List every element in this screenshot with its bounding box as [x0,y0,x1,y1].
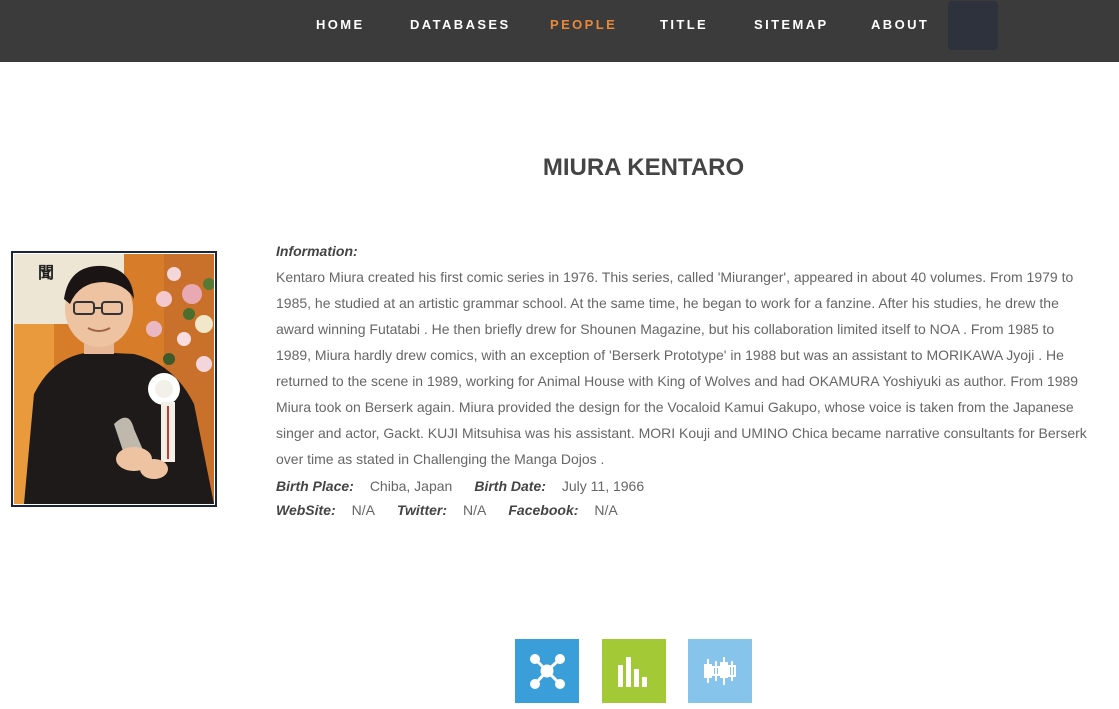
biography-text: Kentaro Miura created his first comic se… [276,269,1087,467]
birth-date-value: July 11, 1966 [561,478,645,494]
nav-item-home[interactable]: HOME [316,17,365,32]
twitter-value: N/A [463,502,487,518]
website-label: WebSite: [276,502,336,518]
information-heading: Information: [276,243,358,259]
profile-photo-frame: 聞 [11,251,217,507]
top-navbar: HOME DATABASES PEOPLE TITLE SITEMAP ABOU… [0,0,1119,62]
nav-item-people[interactable]: PEOPLE [550,17,617,32]
bar-chart-button[interactable] [602,639,666,703]
page-title: MIURA KENTARO [542,154,745,181]
candlestick-chart-button[interactable] [688,639,752,703]
photo-signage-text: 聞 [38,263,54,282]
facebook-label: Facebook: [508,502,579,518]
nav-item-sitemap[interactable]: SITEMAP [754,17,829,32]
nav-menu-toggle-button[interactable] [948,1,998,50]
birth-place-value: Chiba, Japan [369,478,453,494]
social-links-row: WebSite: N/A Twitter: N/A Facebook: N/A [276,498,1088,522]
website-value: N/A [351,502,375,518]
birth-place-label: Birth Place: [276,478,354,494]
nav-item-title[interactable]: TITLE [660,17,708,32]
candlestick-chart-icon [704,657,736,685]
bar-chart-icon [618,657,647,687]
person-information: Information: Kentaro Miura created his f… [276,240,1088,522]
network-graph-button[interactable] [515,639,579,703]
network-graph-icon [530,654,565,689]
birth-date-label: Birth Date: [474,478,546,494]
nav-item-about[interactable]: ABOUT [871,17,929,32]
facebook-value: N/A [594,502,618,518]
birth-details-row: Birth Place: Chiba, Japan Birth Date: July … [276,474,1088,498]
profile-photo: 聞 [14,254,214,504]
nav-item-databases[interactable]: DATABASES [410,17,511,32]
twitter-label: Twitter: [396,502,448,518]
